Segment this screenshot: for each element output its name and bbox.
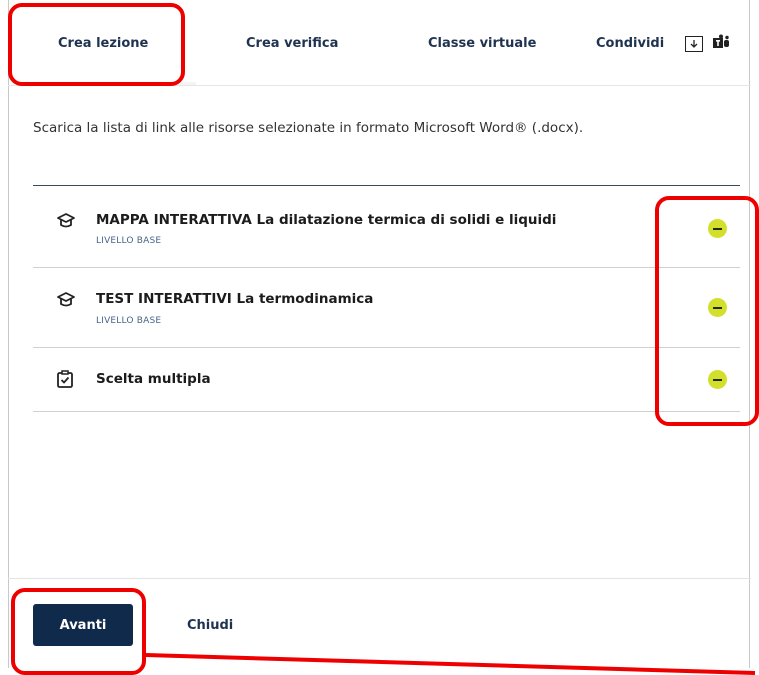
annotation-arrow-line	[145, 653, 756, 675]
